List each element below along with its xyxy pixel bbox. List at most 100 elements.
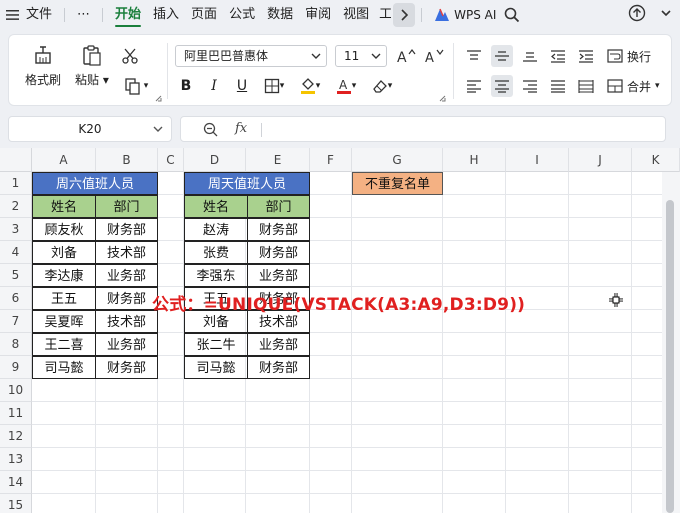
- clear-format-button[interactable]: ▾: [367, 75, 397, 97]
- underline-button[interactable]: U: [231, 75, 253, 97]
- saturday-table-name-cell[interactable]: 顾友秋: [32, 218, 96, 241]
- select-all-corner[interactable]: [0, 148, 32, 172]
- row-header-11[interactable]: 11: [0, 402, 32, 425]
- fill-color-button[interactable]: ▾: [295, 75, 325, 97]
- justify-button[interactable]: [547, 75, 569, 97]
- menu-more[interactable]: ⋯: [71, 0, 96, 30]
- row-header-9[interactable]: 9: [0, 356, 32, 379]
- decrease-font-button[interactable]: A: [423, 45, 445, 67]
- align-middle-button[interactable]: [491, 45, 513, 67]
- saturday-table-dept-cell[interactable]: 财务部: [95, 218, 158, 241]
- italic-button[interactable]: I: [203, 75, 225, 97]
- align-bottom-button[interactable]: [519, 45, 541, 67]
- wps-ai-button[interactable]: WPS AI: [428, 8, 502, 22]
- column-header-c[interactable]: C: [158, 148, 184, 172]
- align-center-button[interactable]: [491, 75, 513, 97]
- sunday-table-dept-cell[interactable]: 财务部: [247, 218, 310, 241]
- row-header-5[interactable]: 5: [0, 264, 32, 287]
- decrease-indent-button[interactable]: [547, 45, 569, 67]
- spreadsheet-grid[interactable]: A B C D E F G H I J K 1 2 3 4 5 6 7 8 9 10 11 12 13 14 15 周六值班人员 姓名…: [0, 148, 680, 513]
- column-header-h[interactable]: H: [443, 148, 506, 172]
- align-left-button[interactable]: [463, 75, 485, 97]
- saturday-table-name-cell[interactable]: 王二喜: [32, 333, 96, 356]
- sunday-table-dept-cell[interactable]: 财务部: [247, 241, 310, 264]
- row-header-13[interactable]: 13: [0, 448, 32, 471]
- wrap-text-button[interactable]: 换行: [607, 45, 651, 67]
- saturday-table-dept-cell[interactable]: 财务部: [95, 287, 158, 310]
- row-header-12[interactable]: 12: [0, 425, 32, 448]
- align-right-button[interactable]: [519, 75, 541, 97]
- merge-cells-button[interactable]: 合并 ▾: [607, 75, 660, 97]
- bold-button[interactable]: B: [175, 75, 197, 97]
- sunday-table-name-cell[interactable]: 司马懿: [184, 356, 248, 379]
- fx-icon[interactable]: fx: [235, 121, 247, 136]
- row-header-2[interactable]: 2: [0, 195, 32, 218]
- saturday-table-dept-cell[interactable]: 财务部: [95, 356, 158, 379]
- unique-list-header[interactable]: 不重复名单: [352, 172, 443, 195]
- format-painter-button[interactable]: 格式刷: [25, 43, 61, 88]
- menu-file[interactable]: 文件: [20, 0, 58, 30]
- saturday-table-name-cell[interactable]: 李达康: [32, 264, 96, 287]
- sunday-table-dept-cell[interactable]: 业务部: [247, 333, 310, 356]
- saturday-table-name-cell[interactable]: 王五: [32, 287, 96, 310]
- dialog-launcher-icon[interactable]: [155, 95, 162, 102]
- row-header-3[interactable]: 3: [0, 218, 32, 241]
- tab-formula[interactable]: 公式: [223, 0, 261, 30]
- font-color-button[interactable]: A ▾: [331, 75, 361, 97]
- sunday-table-dept-cell[interactable]: 财务部: [247, 356, 310, 379]
- tab-data[interactable]: 数据: [261, 0, 299, 30]
- cloud-upload-icon[interactable]: [628, 4, 646, 22]
- row-header-10[interactable]: 10: [0, 379, 32, 402]
- tab-insert[interactable]: 插入: [147, 0, 185, 30]
- tab-page[interactable]: 页面: [185, 0, 223, 30]
- saturday-table-header-dept[interactable]: 部门: [95, 195, 158, 218]
- saturday-table-dept-cell[interactable]: 业务部: [95, 333, 158, 356]
- row-header-7[interactable]: 7: [0, 310, 32, 333]
- tab-view[interactable]: 视图: [337, 0, 375, 30]
- saturday-table-dept-cell[interactable]: 技术部: [95, 241, 158, 264]
- column-header-g[interactable]: G: [352, 148, 443, 172]
- align-top-button[interactable]: [463, 45, 485, 67]
- saturday-table-dept-cell[interactable]: 技术部: [95, 310, 158, 333]
- paste-button[interactable]: 粘贴 ▾: [75, 43, 109, 88]
- column-header-a[interactable]: A: [32, 148, 96, 172]
- sunday-table-name-cell[interactable]: 张费: [184, 241, 248, 264]
- tab-tools[interactable]: 工: [375, 0, 391, 30]
- saturday-table-title[interactable]: 周六值班人员: [32, 172, 158, 195]
- column-header-e[interactable]: E: [246, 148, 310, 172]
- sunday-table-dept-cell[interactable]: 业务部: [247, 264, 310, 287]
- increase-font-button[interactable]: A: [395, 45, 417, 67]
- saturday-table-header-name[interactable]: 姓名: [32, 195, 96, 218]
- tab-scroll-button[interactable]: [393, 3, 416, 27]
- sunday-table-name-cell[interactable]: 赵涛: [184, 218, 248, 241]
- sunday-table-header-name[interactable]: 姓名: [184, 195, 248, 218]
- saturday-table-name-cell[interactable]: 刘备: [32, 241, 96, 264]
- tab-home[interactable]: 开始: [109, 0, 147, 30]
- row-header-15[interactable]: 15: [0, 494, 32, 513]
- column-header-k[interactable]: K: [632, 148, 680, 172]
- font-size-select[interactable]: 11: [335, 45, 387, 67]
- row-header-4[interactable]: 4: [0, 241, 32, 264]
- row-header-1[interactable]: 1: [0, 172, 32, 195]
- copy-button[interactable]: ▾: [119, 75, 153, 97]
- column-header-i[interactable]: I: [506, 148, 569, 172]
- saturday-table-name-cell[interactable]: 吴夏晖: [32, 310, 96, 333]
- column-header-f[interactable]: F: [310, 148, 352, 172]
- zoom-icon[interactable]: [203, 122, 219, 138]
- scrollbar-thumb[interactable]: [666, 200, 674, 513]
- sunday-table-title[interactable]: 周天值班人员: [184, 172, 310, 195]
- sunday-table-name-cell[interactable]: 李强东: [184, 264, 248, 287]
- increase-indent-button[interactable]: [575, 45, 597, 67]
- name-box[interactable]: K20: [8, 116, 172, 142]
- font-name-select[interactable]: 阿里巴巴普惠体: [175, 45, 327, 67]
- tab-review[interactable]: 审阅: [299, 0, 337, 30]
- chevron-down-icon[interactable]: [660, 4, 672, 22]
- formula-input[interactable]: fx: [180, 116, 666, 142]
- column-header-d[interactable]: D: [184, 148, 246, 172]
- cut-button[interactable]: [119, 45, 141, 67]
- hamburger-icon[interactable]: [6, 9, 20, 21]
- sunday-table-header-dept[interactable]: 部门: [247, 195, 310, 218]
- row-header-14[interactable]: 14: [0, 471, 32, 494]
- saturday-table-name-cell[interactable]: 司马懿: [32, 356, 96, 379]
- saturday-table-dept-cell[interactable]: 业务部: [95, 264, 158, 287]
